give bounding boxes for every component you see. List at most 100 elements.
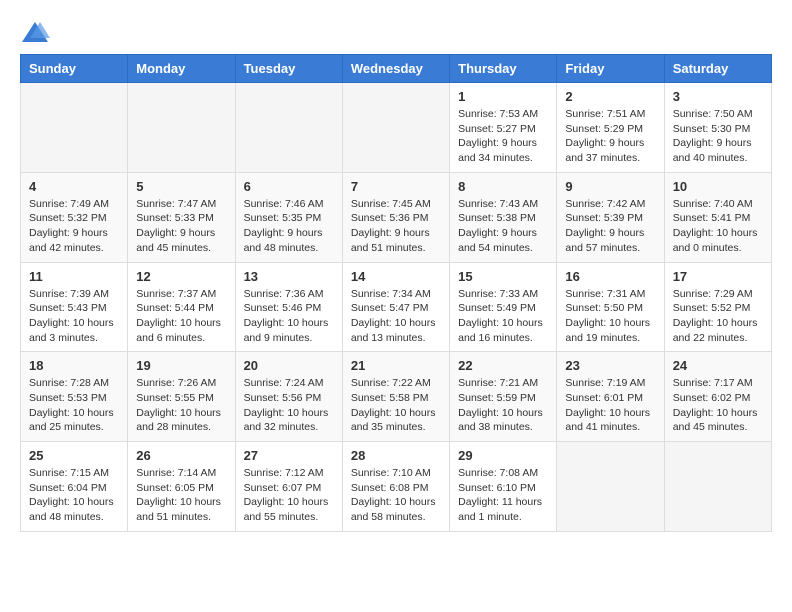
calendar-cell: 9 Sunrise: 7:42 AM Sunset: 5:39 PM Daylig… [557, 172, 664, 262]
column-header-thursday: Thursday [450, 55, 557, 83]
day-number: 22 [458, 358, 548, 373]
calendar-cell: 14Sunrise: 7:34 AM Sunset: 5:47 PM Dayli… [342, 262, 449, 352]
day-number: 15 [458, 269, 548, 284]
column-header-friday: Friday [557, 55, 664, 83]
day-number: 13 [244, 269, 334, 284]
day-info: Sunrise: 7:22 AM Sunset: 5:58 PM Dayligh… [351, 376, 441, 435]
calendar-week-row: 11 Sunrise: 7:39 AM Sunset: 5:43 PM Dayli… [21, 262, 772, 352]
calendar-week-row: 4 Sunrise: 7:49 AM Sunset: 5:32 PM Daylig… [21, 172, 772, 262]
calendar-cell: 26Sunrise: 7:14 AM Sunset: 6:05 PM Dayli… [128, 442, 235, 532]
calendar-cell: 20 Sunrise: 7:24 AM Sunset: 5:56 PM Dayli… [235, 352, 342, 442]
calendar-week-row: 1 Sunrise: 7:53 AM Sunset: 5:27 PM Daylig… [21, 83, 772, 173]
day-number: 12 [136, 269, 226, 284]
calendar-cell: 18 Sunrise: 7:28 AM Sunset: 5:53 PM Dayli… [21, 352, 128, 442]
calendar-cell: 13 Sunrise: 7:36 AM Sunset: 5:46 PM Dayli… [235, 262, 342, 352]
calendar-cell: 7 Sunrise: 7:45 AM Sunset: 5:36 PM Daylig… [342, 172, 449, 262]
day-info: Sunrise: 7:24 AM Sunset: 5:56 PM Dayligh… [244, 376, 334, 435]
day-number: 3 [673, 89, 763, 104]
calendar-cell: 10 Sunrise: 7:40 AM Sunset: 5:41 PM Dayli… [664, 172, 771, 262]
day-info: Sunrise: 7:19 AM Sunset: 6:01 PM Dayligh… [565, 376, 655, 435]
day-number: 1 [458, 89, 548, 104]
calendar-cell: 5 Sunrise: 7:47 AM Sunset: 5:33 PM Daylig… [128, 172, 235, 262]
day-info: Sunrise: 7:45 AM Sunset: 5:36 PM Dayligh… [351, 197, 441, 256]
calendar-cell: 16 Sunrise: 7:31 AM Sunset: 5:50 PM Dayli… [557, 262, 664, 352]
calendar-cell: 8 Sunrise: 7:43 AM Sunset: 5:38 PM Daylig… [450, 172, 557, 262]
calendar-cell [21, 83, 128, 173]
calendar-cell: 6 Sunrise: 7:46 AM Sunset: 5:35 PM Daylig… [235, 172, 342, 262]
day-number: 2 [565, 89, 655, 104]
column-header-sunday: Sunday [21, 55, 128, 83]
column-header-saturday: Saturday [664, 55, 771, 83]
day-info: Sunrise: 7:10 AM Sunset: 6:08 PM Dayligh… [351, 466, 441, 525]
day-info: Sunrise: 7:17 AM Sunset: 6:02 PM Dayligh… [673, 376, 763, 435]
day-info: Sunrise: 7:33 AM Sunset: 5:49 PM Dayligh… [458, 287, 548, 346]
day-number: 20 [244, 358, 334, 373]
calendar-cell: 11 Sunrise: 7:39 AM Sunset: 5:43 PM Dayli… [21, 262, 128, 352]
day-number: 9 [565, 179, 655, 194]
day-info: Sunrise: 7:12 AM Sunset: 6:07 PM Dayligh… [244, 466, 334, 525]
calendar-cell: 4 Sunrise: 7:49 AM Sunset: 5:32 PM Daylig… [21, 172, 128, 262]
logo-icon [20, 20, 50, 44]
calendar-header-row: SundayMondayTuesdayWednesdayThursdayFrid… [21, 55, 772, 83]
day-info: Sunrise: 7:15 AM Sunset: 6:04 PM Dayligh… [29, 466, 119, 525]
calendar-cell: 1 Sunrise: 7:53 AM Sunset: 5:27 PM Daylig… [450, 83, 557, 173]
calendar-cell: 29 Sunrise: 7:08 AM Sunset: 6:10 PM Dayli… [450, 442, 557, 532]
calendar-cell: 23 Sunrise: 7:19 AM Sunset: 6:01 PM Dayli… [557, 352, 664, 442]
calendar-cell [664, 442, 771, 532]
column-header-wednesday: Wednesday [342, 55, 449, 83]
calendar-cell [128, 83, 235, 173]
day-number: 10 [673, 179, 763, 194]
day-info: Sunrise: 7:31 AM Sunset: 5:50 PM Dayligh… [565, 287, 655, 346]
calendar-week-row: 18 Sunrise: 7:28 AM Sunset: 5:53 PM Dayli… [21, 352, 772, 442]
calendar-cell: 24 Sunrise: 7:17 AM Sunset: 6:02 PM Dayli… [664, 352, 771, 442]
day-number: 21 [351, 358, 441, 373]
day-info: Sunrise: 7:51 AM Sunset: 5:29 PM Dayligh… [565, 107, 655, 166]
day-number: 8 [458, 179, 548, 194]
day-number: 29 [458, 448, 548, 463]
day-number: 17 [673, 269, 763, 284]
day-number: 23 [565, 358, 655, 373]
day-number: 19 [136, 358, 226, 373]
day-info: Sunrise: 7:53 AM Sunset: 5:27 PM Dayligh… [458, 107, 548, 166]
day-number: 28 [351, 448, 441, 463]
day-number: 24 [673, 358, 763, 373]
day-info: Sunrise: 7:49 AM Sunset: 5:32 PM Dayligh… [29, 197, 119, 256]
calendar-cell: 12 Sunrise: 7:37 AM Sunset: 5:44 PM Dayli… [128, 262, 235, 352]
day-info: Sunrise: 7:28 AM Sunset: 5:53 PM Dayligh… [29, 376, 119, 435]
calendar-cell [235, 83, 342, 173]
day-info: Sunrise: 7:39 AM Sunset: 5:43 PM Dayligh… [29, 287, 119, 346]
calendar-cell: 22 Sunrise: 7:21 AM Sunset: 5:59 PM Dayli… [450, 352, 557, 442]
day-number: 7 [351, 179, 441, 194]
day-number: 16 [565, 269, 655, 284]
calendar-week-row: 25 Sunrise: 7:15 AM Sunset: 6:04 PM Dayli… [21, 442, 772, 532]
calendar-cell: 28 Sunrise: 7:10 AM Sunset: 6:08 PM Dayli… [342, 442, 449, 532]
day-number: 4 [29, 179, 119, 194]
day-number: 6 [244, 179, 334, 194]
day-number: 25 [29, 448, 119, 463]
day-info: Sunrise: 7:46 AM Sunset: 5:35 PM Dayligh… [244, 197, 334, 256]
day-number: 5 [136, 179, 226, 194]
calendar-cell: 2 Sunrise: 7:51 AM Sunset: 5:29 PM Daylig… [557, 83, 664, 173]
calendar-cell: 27Sunrise: 7:12 AM Sunset: 6:07 PM Dayli… [235, 442, 342, 532]
day-info: Sunrise: 7:08 AM Sunset: 6:10 PM Dayligh… [458, 466, 548, 525]
calendar-cell: 15 Sunrise: 7:33 AM Sunset: 5:49 PM Dayli… [450, 262, 557, 352]
day-info: Sunrise: 7:47 AM Sunset: 5:33 PM Dayligh… [136, 197, 226, 256]
calendar-cell: 19 Sunrise: 7:26 AM Sunset: 5:55 PM Dayli… [128, 352, 235, 442]
column-header-tuesday: Tuesday [235, 55, 342, 83]
day-info: Sunrise: 7:29 AM Sunset: 5:52 PM Dayligh… [673, 287, 763, 346]
day-info: Sunrise: 7:42 AM Sunset: 5:39 PM Dayligh… [565, 197, 655, 256]
page-header [20, 20, 772, 44]
column-header-monday: Monday [128, 55, 235, 83]
day-info: Sunrise: 7:37 AM Sunset: 5:44 PM Dayligh… [136, 287, 226, 346]
calendar-cell: 21 Sunrise: 7:22 AM Sunset: 5:58 PM Dayli… [342, 352, 449, 442]
day-info: Sunrise: 7:36 AM Sunset: 5:46 PM Dayligh… [244, 287, 334, 346]
day-number: 11 [29, 269, 119, 284]
day-number: 14 [351, 269, 441, 284]
day-info: Sunrise: 7:21 AM Sunset: 5:59 PM Dayligh… [458, 376, 548, 435]
day-info: Sunrise: 7:26 AM Sunset: 5:55 PM Dayligh… [136, 376, 226, 435]
calendar-cell [557, 442, 664, 532]
day-number: 18 [29, 358, 119, 373]
logo [20, 20, 54, 44]
day-info: Sunrise: 7:43 AM Sunset: 5:38 PM Dayligh… [458, 197, 548, 256]
day-info: Sunrise: 7:40 AM Sunset: 5:41 PM Dayligh… [673, 197, 763, 256]
